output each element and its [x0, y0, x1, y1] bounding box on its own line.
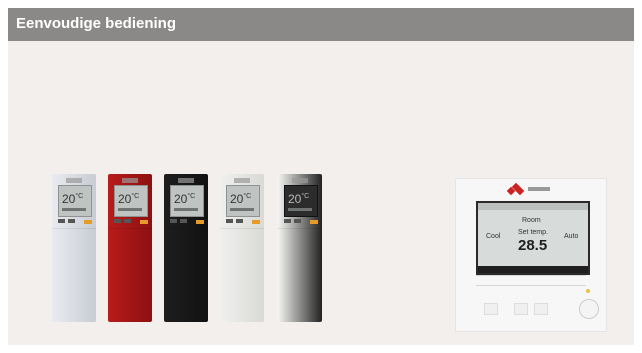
temperature-readout: 28.5 [518, 237, 548, 254]
remote-red: 20°C [108, 174, 152, 322]
header-bar: Eenvoudige bediening [8, 8, 634, 41]
controller-display: Cool Room Auto Set temp. 28.5 [476, 201, 590, 275]
select-button [534, 303, 548, 315]
set-temp-label: Set temp. [518, 229, 548, 236]
back-button [514, 303, 528, 315]
power-button-icon [579, 299, 599, 319]
menu-button [484, 303, 498, 315]
remote-pearl-white: 20°C [52, 174, 96, 322]
header-title: Eenvoudige bediening [16, 15, 177, 32]
function-key-row [476, 275, 586, 286]
power-led [586, 289, 590, 293]
remote-black: 20°C [164, 174, 208, 322]
wall-controller: Cool Room Auto Set temp. 28.5 [455, 178, 607, 332]
remote-white-black-display: 20°C [278, 174, 322, 322]
feature-panel: Eenvoudige bediening 20°C 20°C 20°C 20°C 20°… [8, 8, 634, 345]
mode-label: Cool [486, 233, 501, 240]
brand-logo [506, 182, 550, 197]
fan-label: Auto [564, 233, 579, 240]
room-label: Room [522, 217, 541, 224]
remote-natural-white: 20°C [220, 174, 264, 322]
